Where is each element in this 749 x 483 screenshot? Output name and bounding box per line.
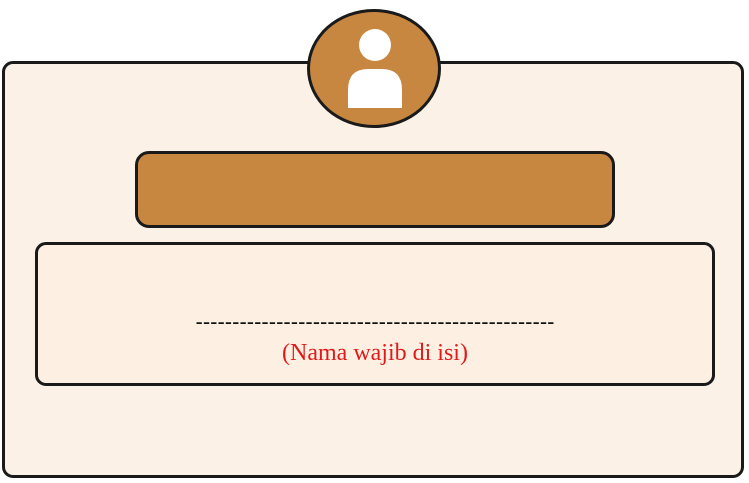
- profile-form-screen: ----------------------------------------…: [0, 0, 749, 483]
- name-entry-line[interactable]: ----------------------------------------…: [38, 310, 712, 334]
- avatar[interactable]: [307, 9, 441, 128]
- user-icon: [348, 29, 402, 108]
- name-field-panel[interactable]: ----------------------------------------…: [35, 242, 715, 386]
- name-banner: [135, 151, 615, 228]
- name-required-hint: (Nama wajib di isi): [282, 340, 468, 366]
